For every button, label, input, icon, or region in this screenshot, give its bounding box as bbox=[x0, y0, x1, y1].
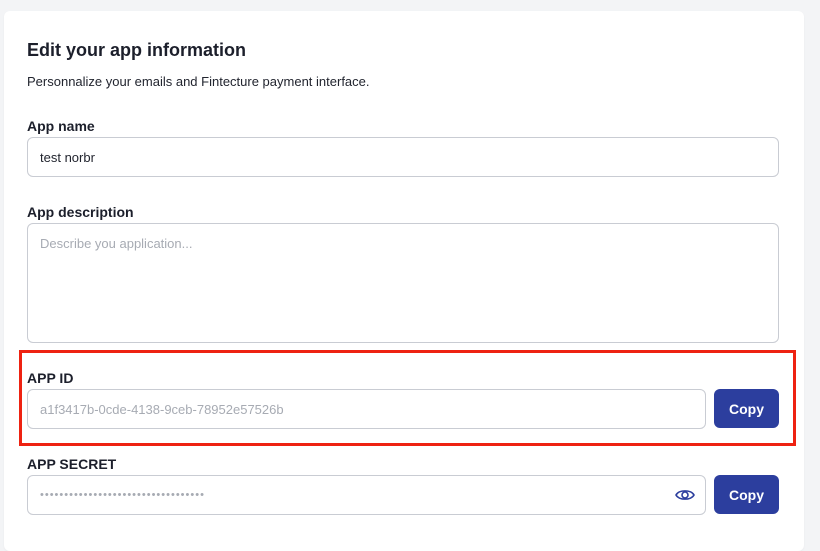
app-name-input[interactable] bbox=[27, 137, 779, 177]
app-description-label: App description bbox=[27, 204, 134, 220]
app-id-field[interactable]: a1f3417b-0cde-4138-9ceb-78952e57526b bbox=[27, 389, 706, 429]
app-secret-field[interactable]: •••••••••••••••••••••••••••••••••• bbox=[27, 475, 706, 515]
eye-icon[interactable] bbox=[675, 487, 695, 503]
app-id-value: a1f3417b-0cde-4138-9ceb-78952e57526b bbox=[40, 401, 284, 417]
app-name-label: App name bbox=[27, 118, 95, 134]
copy-app-secret-button[interactable]: Copy bbox=[714, 475, 779, 514]
page-title: Edit your app information bbox=[27, 40, 246, 60]
app-secret-label: APP SECRET bbox=[27, 456, 117, 472]
page-subtitle: Personnalize your emails and Fintecture … bbox=[27, 74, 370, 89]
app-description-textarea[interactable] bbox=[27, 223, 779, 343]
app-id-label: APP ID bbox=[27, 370, 74, 386]
app-secret-masked-value: •••••••••••••••••••••••••••••••••• bbox=[40, 489, 205, 501]
copy-app-id-button[interactable]: Copy bbox=[714, 389, 779, 428]
